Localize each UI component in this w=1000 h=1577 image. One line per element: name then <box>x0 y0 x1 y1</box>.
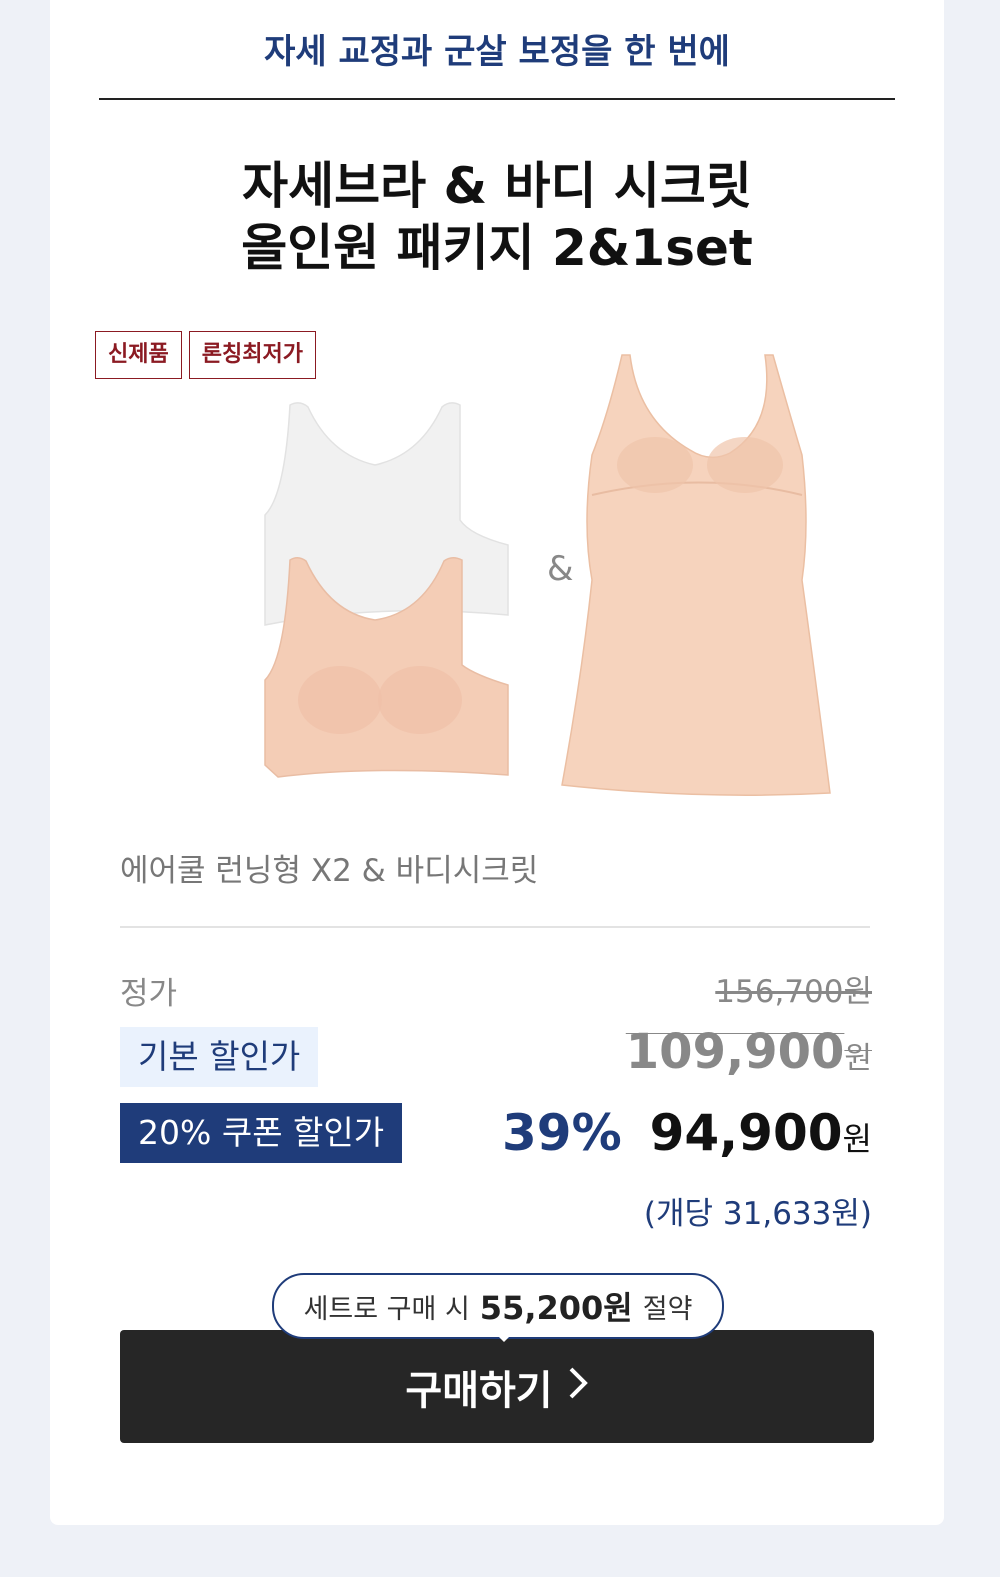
tooltip-tail <box>494 1332 514 1342</box>
basic-discount-amount: 109,900 <box>625 1024 845 1080</box>
savings-suffix: 절약 <box>642 1293 693 1325</box>
final-price-amount: 94,900 <box>649 1104 843 1162</box>
buy-button[interactable]: 구매하기 <box>120 1330 874 1443</box>
per-unit-price: (개당 31,633원) <box>643 1196 872 1232</box>
ampersand-glyph: & <box>547 549 574 589</box>
product-title-line-1: 자세브라 & 바디 시크릿 <box>242 157 752 215</box>
product-option-name: 에어쿨 런닝형 X2 & 바디시크릿 <box>120 853 539 889</box>
chevron-right-icon <box>567 1364 589 1410</box>
final-price: 94,900원 <box>650 1104 872 1162</box>
product-image: & <box>264 354 831 796</box>
basic-discount-price: 109,900원 <box>626 1024 872 1080</box>
currency-unit: 원 <box>842 1120 872 1158</box>
tagline: 자세 교정과 군살 보정을 한 번에 <box>264 32 730 72</box>
badge-new: 신제품 <box>95 331 182 379</box>
basic-discount-label: 기본 할인가 <box>120 1027 319 1087</box>
body-secret-image <box>561 354 831 796</box>
product-title: 자세브라 & 바디 시크릿 올인원 패키지 2&1set <box>50 155 944 279</box>
regular-price-label: 정가 <box>120 976 178 1012</box>
currency-unit: 원 <box>844 1041 872 1076</box>
buy-button-label: 구매하기 <box>405 1367 553 1414</box>
regular-price: 156,700원 <box>715 974 872 1010</box>
product-card: 자세 교정과 군살 보정을 한 번에 자세브라 & 바디 시크릿 올인원 패키지… <box>50 0 944 1525</box>
product-title-line-2: 올인원 패키지 2&1set <box>241 219 753 277</box>
divider <box>120 926 870 928</box>
top-divider <box>99 98 895 100</box>
savings-tooltip: 세트로 구매 시 55,200원 절약 <box>272 1273 724 1339</box>
savings-prefix: 세트로 구매 시 <box>303 1293 470 1325</box>
savings-amount: 55,200원 <box>479 1289 633 1327</box>
discount-rate: 39% <box>502 1104 622 1162</box>
coupon-discount-label: 20% 쿠폰 할인가 <box>120 1103 403 1163</box>
